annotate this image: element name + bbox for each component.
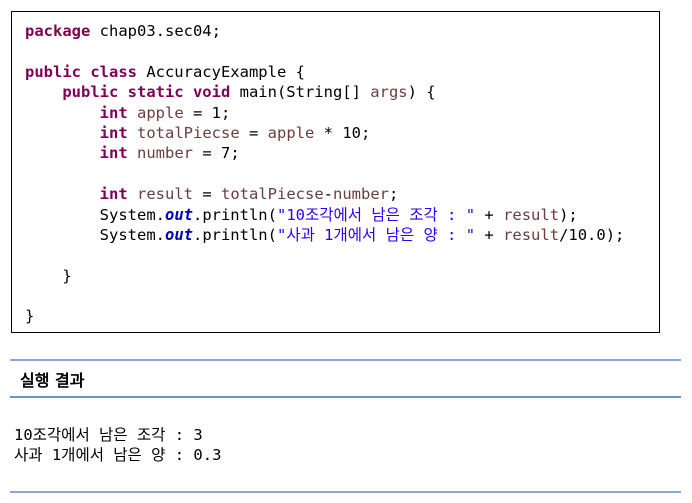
code-text: * 10; <box>314 123 371 142</box>
code-text: + <box>475 225 504 244</box>
variable: number <box>137 144 193 163</box>
code-line-5: int apple = 1; <box>25 103 624 123</box>
code-text: main(String[] <box>230 83 371 102</box>
keyword: int <box>99 123 128 142</box>
code-text: = <box>193 185 221 204</box>
code-text: System. <box>99 205 165 224</box>
variable: number <box>333 185 389 204</box>
keyword: int <box>99 185 128 204</box>
keyword: package <box>25 22 91 40</box>
code-line-11: System.out.println("사과 1개에서 남은 양 : " + r… <box>25 225 625 245</box>
variable: args <box>370 83 408 102</box>
string-literal: "10조각에서 남은 조각 : " <box>276 205 476 224</box>
variable: totalPiecse <box>221 185 324 204</box>
variable: result <box>137 185 193 204</box>
variable: apple <box>137 103 184 122</box>
section-divider-top <box>10 359 681 361</box>
keyword: public class <box>25 62 137 81</box>
keyword: public static void <box>62 83 231 102</box>
code-text: ) { <box>407 83 436 102</box>
code-line-4: public static void main(String[] args) { <box>25 82 624 102</box>
string-literal: "사과 1개에서 남은 양 : " <box>276 225 476 244</box>
code-text: } <box>25 307 35 326</box>
code-text: = <box>239 123 268 142</box>
code-text: - <box>323 185 333 204</box>
code-text: } <box>25 266 72 285</box>
static-field: out <box>164 205 193 224</box>
program-output: 10조각에서 남은 조각 : 3 사과 1개에서 남은 양 : 0.3 <box>14 424 221 465</box>
code-line-1: package chap03.sec04; <box>25 21 624 41</box>
code-line-6: int totalPiecse = apple * 10; <box>25 123 624 143</box>
variable: apple <box>267 123 315 142</box>
variable: totalPiecse <box>137 123 240 142</box>
output-line: 사과 1개에서 남은 양 : 0.3 <box>14 446 222 465</box>
code-text: System. <box>99 225 165 244</box>
section-divider-mid <box>10 396 681 398</box>
code-text: ); <box>559 205 578 224</box>
code-text: .println( <box>192 205 277 224</box>
code-line-15: } <box>25 306 624 326</box>
code-line-13: } <box>25 266 624 286</box>
result-section-title: 실행 결과 <box>20 371 85 390</box>
variable: result <box>503 225 560 244</box>
output-line: 10조각에서 남은 조각 : 3 <box>14 426 203 444</box>
keyword: int <box>99 103 128 122</box>
code-text: ; <box>389 185 399 204</box>
code-text: .println( <box>192 225 277 244</box>
static-field: out <box>164 225 193 244</box>
section-divider-bottom <box>10 491 681 493</box>
code-text: = 1; <box>183 103 231 122</box>
code-line-10: System.out.println("10조각에서 남은 조각 : " + r… <box>25 205 624 225</box>
code-text: = 7; <box>193 144 240 163</box>
keyword: int <box>99 144 128 163</box>
code-line-9: int result = totalPiecse-number; <box>25 184 624 204</box>
variable: result <box>503 205 560 224</box>
code-line-7: int number = 7; <box>25 143 624 163</box>
code-text: + <box>475 205 504 224</box>
code-text: chap03.sec04; <box>90 22 221 40</box>
code-line-3: public class AccuracyExample { <box>25 62 624 82</box>
code-text: AccuracyExample { <box>136 62 305 81</box>
code-text: /10.0); <box>559 225 625 244</box>
code-listing: package chap03.sec04; public class Accura… <box>25 21 624 327</box>
code-listing-box: package chap03.sec04; public class Accura… <box>11 11 660 333</box>
